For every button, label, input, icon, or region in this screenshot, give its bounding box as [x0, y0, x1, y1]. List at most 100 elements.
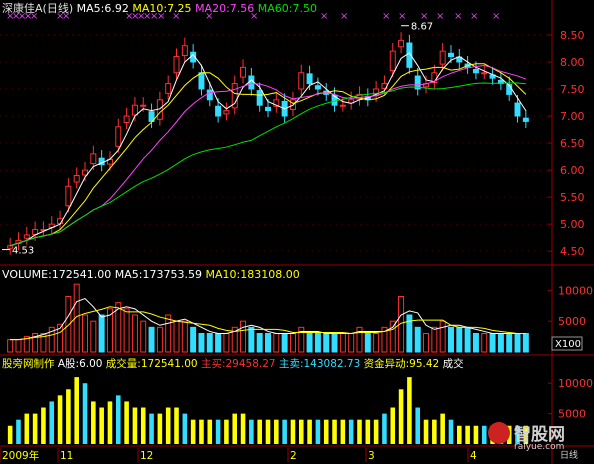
- indicator-bar: [398, 389, 404, 444]
- ma60-label: MA60:7.50: [257, 2, 317, 15]
- indicator-bar: [99, 407, 104, 444]
- volume-bar: [472, 333, 479, 353]
- indicator-bar: [140, 407, 146, 444]
- stock-name: 深康佳A: [2, 2, 43, 15]
- candle-body: [298, 72, 305, 90]
- candle-body: [90, 153, 97, 165]
- indicator-bar: [465, 425, 470, 444]
- volume-bar: [481, 333, 488, 353]
- candle-body: [140, 104, 147, 107]
- volume-bar: [281, 333, 288, 353]
- volume-bar: [215, 333, 222, 353]
- indicator-bar: [16, 419, 21, 444]
- indicator-bar: [7, 425, 13, 444]
- candle-body: [481, 72, 488, 75]
- volume-bar: [489, 333, 496, 353]
- volume-bar: [206, 333, 213, 353]
- date-label-5: 4: [470, 450, 477, 462]
- volume-bar: [198, 333, 205, 353]
- indicator-bar: [190, 419, 196, 444]
- indicator-bar: [473, 425, 479, 444]
- indicator-bar: [174, 407, 179, 444]
- indicator-bar: [440, 413, 445, 444]
- price-header: 深康佳A(日线) MA5:6.92 MA10:7.25 MA20:7.56 MA…: [2, 2, 317, 15]
- main-buy-label: 主买:29458.27: [200, 358, 276, 370]
- candle-body: [514, 102, 521, 117]
- candle-body: [248, 75, 255, 90]
- indicator-bar: [290, 419, 296, 444]
- indicator-header: 股旁网制作 A股:6.00 成交量:172541.00 主买:29458.27 …: [2, 358, 464, 371]
- volume-bar: [131, 314, 138, 353]
- volume-bar: [497, 333, 504, 353]
- volume-bar: [364, 333, 371, 353]
- high-annotation: 8.67: [411, 22, 433, 33]
- volume-bar: [514, 333, 521, 353]
- volume-header: VOLUME:172541.00 MA5:173753.59 MA10:1831…: [2, 268, 300, 281]
- maker-label: 股旁网制作: [2, 358, 55, 370]
- candle-body: [23, 234, 30, 239]
- indicator-bar: [348, 419, 354, 444]
- price-axis-label-8: 4.50: [560, 245, 585, 258]
- indicator-bar: [182, 413, 188, 444]
- indicator-bar: [357, 419, 362, 444]
- volume-bar: [423, 333, 430, 353]
- indicator-bar: [457, 425, 462, 444]
- kline-chart: 8.50 8.00 7.50 7.00 6.50 6.00 5.50 5.00 4.50 1000…: [0, 0, 594, 464]
- signal-mark: ×: [454, 11, 462, 22]
- candle-body: [472, 69, 479, 74]
- volume-bar: [65, 296, 72, 353]
- price-axis-label-0: 8.50: [560, 29, 585, 42]
- signal-mark: ×: [398, 11, 406, 22]
- price-axis-label-3: 7.00: [560, 110, 585, 123]
- volume-bar: [140, 320, 147, 353]
- price-axis-label-7: 5.00: [560, 218, 585, 231]
- date-label-2: 12: [140, 450, 153, 462]
- volume-bar: [348, 333, 355, 353]
- volume-bar: [331, 333, 338, 353]
- indicator-bar: [32, 413, 38, 444]
- volume-bar: [248, 326, 255, 353]
- signal-mark: ×: [320, 11, 328, 22]
- indicator-bar: [323, 419, 329, 444]
- watermark-suffix: 日线: [560, 451, 579, 461]
- volume-bar: [323, 333, 330, 353]
- volume-bar: [123, 308, 130, 353]
- ma5-line: [10, 52, 527, 247]
- volume-bar: [82, 314, 89, 353]
- volume-label: VOLUME:172541.00: [2, 268, 112, 281]
- volume-bar: [456, 326, 463, 353]
- volume-bar: [389, 320, 396, 353]
- indicator-bar: [240, 413, 246, 444]
- candle-body: [65, 185, 72, 207]
- indicator-bar: [41, 407, 46, 444]
- volume-bar: [148, 326, 155, 353]
- candle-body: [398, 39, 405, 48]
- watermark-logo-icon: [488, 422, 510, 444]
- candle-body: [165, 83, 172, 94]
- volume-ma10-label: MA10:183108.00: [205, 268, 300, 281]
- indicator-bar: [315, 419, 321, 444]
- price-axis-label-4: 6.50: [560, 137, 585, 150]
- indicator-bar: [481, 425, 487, 444]
- volume-bar: [464, 326, 471, 353]
- period-label: (日线): [42, 2, 74, 15]
- indicator-bar: [298, 419, 304, 444]
- date-label-3: 2: [290, 450, 297, 462]
- price-axis-label-5: 6.00: [560, 164, 585, 177]
- candle-body: [73, 174, 80, 183]
- ma20-label: MA20:7.56: [195, 2, 255, 15]
- indicator-bar: [24, 413, 30, 444]
- indicator-bar: [149, 413, 154, 444]
- indicator-bar: [232, 413, 238, 444]
- volume-bar: [506, 333, 513, 353]
- watermark-url: raiyue.com: [514, 442, 565, 452]
- volume-ma5-label: MA5:173753.59: [114, 268, 202, 281]
- price-axis-label-6: 5.50: [560, 191, 585, 204]
- fund-change-label: 资金异动:95.42: [363, 358, 440, 370]
- volume-bar: [165, 314, 172, 353]
- volume-bar: [289, 333, 296, 353]
- volume-bar: [373, 333, 380, 353]
- indicator-bar: [115, 395, 121, 444]
- date-label-1: 11: [60, 450, 73, 462]
- indicator-bar: [107, 401, 113, 444]
